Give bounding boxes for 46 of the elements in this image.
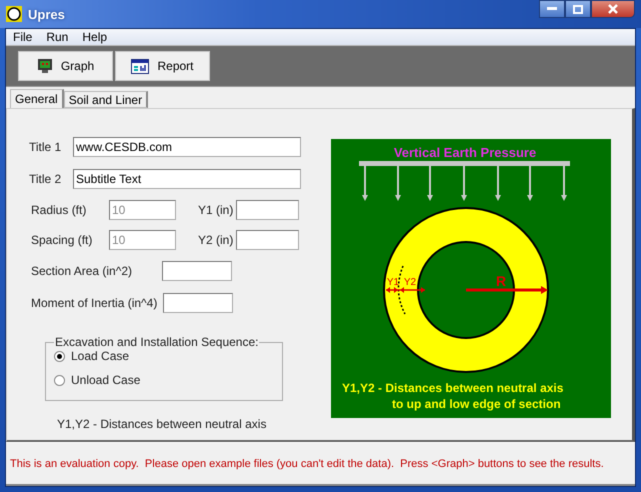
tab[interactable]: Soil and Liner: [64, 91, 148, 108]
title-field[interactable]: www.CESDB.com: [73, 137, 301, 157]
diagram-title: Vertical Earth Pressure: [394, 145, 536, 160]
field-label: Title 2: [29, 172, 62, 186]
field-label: Y1 (in): [198, 203, 234, 217]
app-icon: [6, 6, 22, 22]
toolbar-button[interactable]: Report: [115, 51, 210, 81]
radio-label: Unload Case: [71, 373, 140, 387]
close-icon: [607, 4, 619, 14]
menu-item[interactable]: File: [6, 30, 40, 44]
caption-text: to up and low edge of section: [392, 397, 561, 411]
inertia-field[interactable]: [163, 293, 233, 313]
menu-item[interactable]: Run: [39, 30, 76, 44]
maximize-button[interactable]: [565, 0, 591, 18]
section-area-field[interactable]: [162, 261, 232, 281]
minimize-icon: [547, 7, 557, 11]
field-label: Radius (ft): [31, 203, 88, 217]
minimize-button[interactable]: [539, 0, 565, 18]
radio-button[interactable]: [54, 374, 65, 386]
tab[interactable]: General: [10, 89, 64, 108]
maximize-icon: [573, 4, 583, 14]
field-label: Moment of Inertia (in^4): [31, 296, 158, 310]
y2-label: Y2: [404, 277, 416, 288]
y1-field[interactable]: [236, 200, 299, 220]
field-label: Title 1: [29, 140, 62, 154]
group-legend: Excavation and Installation Sequence:: [54, 335, 260, 349]
radio-button[interactable]: [54, 350, 65, 362]
radio-label: Load Case: [71, 349, 130, 363]
close-button[interactable]: [591, 0, 635, 18]
menu-item[interactable]: Help: [75, 30, 114, 44]
monitor-icon: [36, 58, 53, 74]
toolbar-button[interactable]: Graph: [18, 51, 113, 81]
y1-y2-arrows: [386, 287, 425, 293]
y1-label: Y1: [386, 277, 400, 288]
caption-text: Y1,Y2 - Distances between neutral axis: [342, 381, 564, 395]
note-text: Y1,Y2 - Distances between neutral axis: [57, 417, 268, 431]
window-title: Upres: [28, 6, 66, 22]
status-message: This is an evaluation copy. Please open example files (you can't edit the data). Press <Graph> buttons to see the results.: [10, 458, 604, 470]
field-label: Section Area (in^2): [31, 264, 134, 278]
title-field[interactable]: Subtitle Text: [73, 169, 301, 189]
y2-field[interactable]: [236, 230, 299, 250]
field-label: Y2 (in): [198, 233, 234, 247]
field-label: Spacing (ft): [31, 233, 94, 247]
report-icon: [131, 58, 150, 74]
radius-label: R: [496, 273, 506, 289]
neutral-axis-line: [398, 266, 406, 314]
